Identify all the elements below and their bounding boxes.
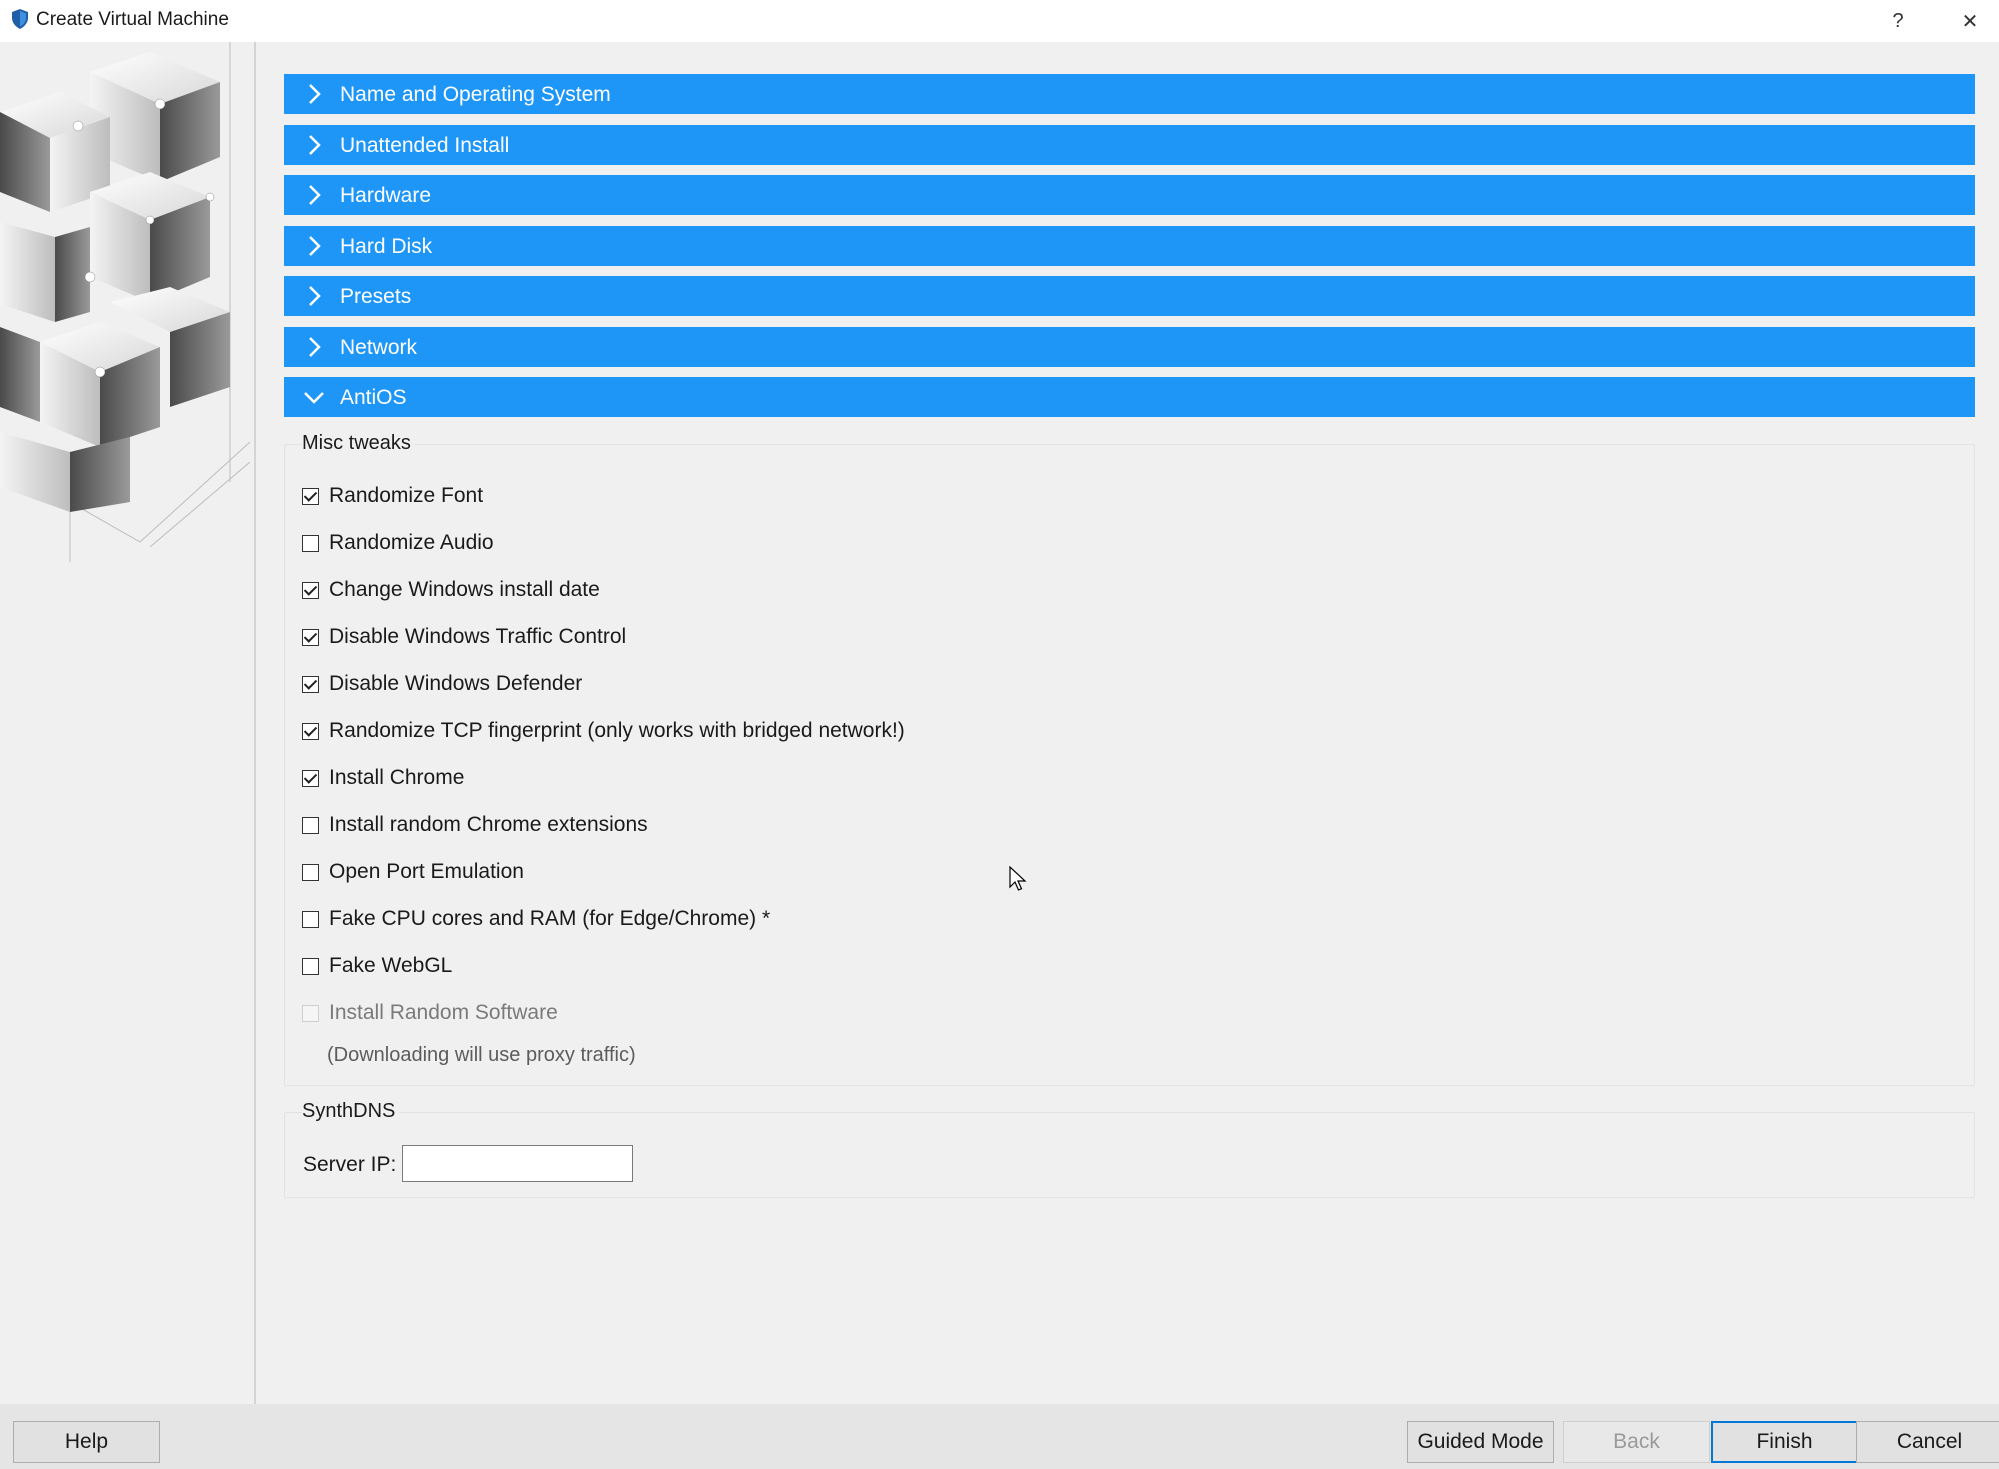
disable-traffic-control-checkbox[interactable]: Disable Windows Traffic Control bbox=[302, 622, 626, 652]
server-ip-label: Server IP: bbox=[303, 1153, 397, 1176]
checkbox-label: Randomize Font bbox=[329, 484, 484, 507]
window-title: Create Virtual Machine bbox=[36, 9, 229, 30]
chevron-right-icon bbox=[309, 134, 321, 155]
finish-button[interactable]: Finish bbox=[1711, 1421, 1858, 1463]
checkbox-box[interactable] bbox=[302, 910, 319, 928]
disable-defender-checkbox[interactable]: Disable Windows Defender bbox=[302, 669, 582, 699]
checkbox-box[interactable] bbox=[302, 487, 319, 505]
checkbox-box[interactable] bbox=[302, 769, 319, 787]
fake-webgl-checkbox[interactable]: Fake WebGL bbox=[302, 951, 452, 981]
checkbox-box[interactable] bbox=[302, 816, 319, 834]
checkbox-box[interactable] bbox=[302, 628, 319, 646]
create-vm-window: Create Virtual Machine ? ✕ Name and Oper… bbox=[0, 0, 1999, 1469]
checkbox-label: Install Random Software bbox=[329, 1001, 558, 1024]
checkbox-label: Disable Windows Traffic Control bbox=[329, 625, 627, 648]
randomize-font-checkbox[interactable]: Randomize Font bbox=[302, 481, 483, 511]
section-network[interactable]: Network bbox=[284, 326, 1975, 367]
checkbox-box[interactable] bbox=[302, 675, 319, 693]
section-label: AntiOS bbox=[340, 386, 407, 409]
checkbox-box[interactable] bbox=[302, 863, 319, 881]
guided-mode-button[interactable]: Guided Mode bbox=[1407, 1421, 1554, 1463]
checkbox-label: Disable Windows Defender bbox=[329, 672, 583, 695]
randomize-tcp-fingerprint-checkbox[interactable]: Randomize TCP fingerprint (only works wi… bbox=[302, 716, 905, 746]
group-title: SynthDNS bbox=[302, 1100, 400, 1123]
change-install-date-checkbox[interactable]: Change Windows install date bbox=[302, 575, 600, 605]
checkbox-label: Install Chrome bbox=[329, 766, 465, 789]
group-title: Misc tweaks bbox=[302, 432, 415, 455]
close-icon[interactable]: ✕ bbox=[1940, 0, 1999, 42]
section-name-and-os[interactable]: Name and Operating System bbox=[284, 74, 1975, 114]
proxy-traffic-note: (Downloading will use proxy traffic) bbox=[327, 1044, 636, 1066]
chevron-right-icon bbox=[309, 185, 321, 205]
install-random-software-checkbox: Install Random Software bbox=[302, 998, 558, 1028]
section-hard-disk[interactable]: Hard Disk bbox=[284, 225, 1975, 266]
mouse-cursor-icon bbox=[1009, 866, 1027, 891]
synthdns-group: SynthDNS Server IP: bbox=[284, 1100, 1975, 1198]
install-chrome-extensions-checkbox[interactable]: Install random Chrome extensions bbox=[302, 810, 648, 840]
checkbox-box[interactable] bbox=[302, 722, 319, 740]
checkbox-box[interactable] bbox=[302, 581, 319, 599]
section-unattended-install[interactable]: Unattended Install bbox=[284, 124, 1975, 165]
back-button: Back bbox=[1563, 1421, 1710, 1463]
title-bar: Create Virtual Machine ? ✕ bbox=[0, 0, 1999, 42]
help-icon[interactable]: ? bbox=[1868, 0, 1928, 42]
chevron-right-icon bbox=[309, 235, 321, 256]
checkbox-box[interactable] bbox=[302, 534, 319, 552]
button-bar: Help Guided Mode Back Finish Cancel bbox=[0, 1404, 1999, 1469]
section-label: Name and Operating System bbox=[340, 83, 611, 106]
section-presets[interactable]: Presets bbox=[284, 276, 1975, 316]
checkbox-label: Change Windows install date bbox=[329, 578, 600, 601]
checkbox-label: Fake WebGL bbox=[329, 954, 453, 977]
misc-tweaks-group: Misc tweaks Randomize Font Randomize Aud… bbox=[284, 432, 1975, 1086]
section-label: Hard Disk bbox=[340, 234, 433, 258]
chevron-down-icon bbox=[304, 392, 324, 404]
checkbox-label: Randomize TCP fingerprint (only works wi… bbox=[329, 719, 905, 742]
fake-cpu-ram-checkbox[interactable]: Fake CPU cores and RAM (for Edge/Chrome)… bbox=[302, 904, 770, 934]
checkbox-label: Open Port Emulation bbox=[329, 860, 524, 883]
section-label: Hardware bbox=[340, 184, 432, 207]
cube-banner-image bbox=[0, 42, 256, 1404]
section-label: Presets bbox=[340, 285, 412, 308]
checkbox-label: Fake CPU cores and RAM (for Edge/Chrome)… bbox=[329, 907, 771, 930]
checkbox-label: Randomize Audio bbox=[329, 531, 494, 554]
checkbox-label: Install random Chrome extensions bbox=[329, 813, 648, 836]
checkbox-box[interactable] bbox=[302, 957, 319, 975]
server-ip-input[interactable] bbox=[402, 1145, 633, 1182]
chevron-right-icon bbox=[309, 84, 321, 104]
section-label: Unattended Install bbox=[340, 133, 510, 157]
section-antios[interactable]: AntiOS bbox=[284, 377, 1975, 417]
section-list: Name and Operating System Unattended Ins… bbox=[284, 74, 1975, 428]
chevron-right-icon bbox=[309, 286, 321, 306]
section-label: Network bbox=[340, 335, 418, 359]
cancel-button[interactable]: Cancel bbox=[1856, 1421, 1999, 1463]
open-port-emulation-checkbox[interactable]: Open Port Emulation bbox=[302, 857, 524, 887]
app-shield-icon bbox=[12, 9, 28, 29]
randomize-audio-checkbox[interactable]: Randomize Audio bbox=[302, 528, 494, 558]
install-chrome-checkbox[interactable]: Install Chrome bbox=[302, 763, 464, 793]
section-hardware[interactable]: Hardware bbox=[284, 175, 1975, 215]
checkbox-box bbox=[302, 1004, 319, 1022]
chevron-right-icon bbox=[309, 336, 321, 357]
help-button[interactable]: Help bbox=[13, 1421, 160, 1463]
